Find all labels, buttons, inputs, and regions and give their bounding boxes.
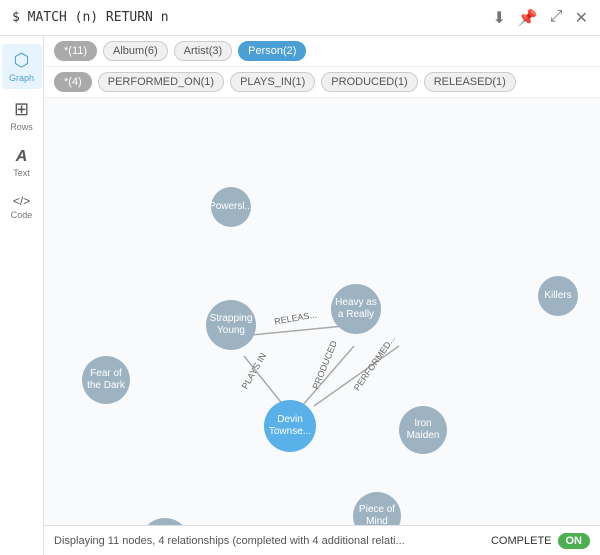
node-iron-maiden[interactable]: Iron Maiden [399,406,447,454]
status-bar: Displaying 11 nodes, 4 relationships (co… [44,525,600,555]
top-bar-icons: ⬇ 📌 ⤢ ✕ [492,8,588,28]
sidebar-item-text[interactable]: A Text [2,142,42,184]
filter-bar-rels: *(4) PERFORMED_ON(1) PLAYS_IN(1) PRODUCE… [44,67,600,98]
complete-badge: COMPLETE ON [491,533,590,549]
filter-bar-nodes: *(11) Album(6) Artist(3) Person(2) [44,36,600,67]
toggle-on[interactable]: ON [558,533,591,549]
sidebar-item-graph[interactable]: ⬡ Graph [2,44,42,89]
query-text: $ MATCH (n) RETURN n [12,10,169,25]
edge-label-released: RELEAS... [273,309,317,326]
filter-album[interactable]: Album(6) [103,41,168,61]
graph-area[interactable]: RELEAS... PLAYS IN PRODUCED PERFORMED...… [44,98,600,525]
graph-icon: ⬡ [14,50,30,71]
filter-produced[interactable]: PRODUCED(1) [321,72,417,92]
sidebar-label-code: Code [11,210,33,220]
graph-edges-svg [44,98,600,525]
filter-released[interactable]: RELEASED(1) [424,72,516,92]
node-somewhere[interactable]: Somewh... [140,518,190,525]
edge-label-plays-in: PLAYS IN [240,351,269,391]
filter-all-rels[interactable]: *(4) [54,72,92,92]
expand-icon[interactable]: ⤢ [550,8,563,28]
sidebar-item-rows[interactable]: ⊞ Rows [2,93,42,138]
text-icon: A [16,148,28,166]
sidebar-label-rows: Rows [10,122,33,132]
sidebar-label-text: Text [13,168,30,178]
content-area: *(11) Album(6) Artist(3) Person(2) *(4) … [44,36,600,555]
top-bar: $ MATCH (n) RETURN n ⬇ 📌 ⤢ ✕ [0,0,600,36]
pin-icon[interactable]: 📌 [518,8,538,28]
node-heavy[interactable]: Heavy as a Really [331,284,381,334]
sidebar-item-code[interactable]: </> Code [2,188,42,226]
filter-artist[interactable]: Artist(3) [174,41,233,61]
filter-person[interactable]: Person(2) [238,41,306,61]
node-piece-of-mind[interactable]: Piece of Mind [353,492,401,525]
rows-icon: ⊞ [14,99,29,120]
edge-label-produced: PRODUCED [310,339,339,391]
close-icon[interactable]: ✕ [575,8,588,28]
filter-plays-in[interactable]: PLAYS_IN(1) [230,72,315,92]
download-icon[interactable]: ⬇ [492,8,505,28]
node-powerslave[interactable]: Powersl... [211,187,251,227]
filter-all-nodes[interactable]: *(11) [54,41,97,61]
filter-performed-on[interactable]: PERFORMED_ON(1) [98,72,224,92]
sidebar-label-graph: Graph [9,73,34,83]
status-text: Displaying 11 nodes, 4 relationships (co… [54,535,405,547]
node-strapping[interactable]: Strapping Young [206,300,256,350]
node-devin[interactable]: Devin Townse... [264,400,316,452]
code-icon: </> [13,194,30,208]
node-fear[interactable]: Fear of the Dark [82,356,130,404]
complete-label: COMPLETE [491,535,552,547]
sidebar: ⬡ Graph ⊞ Rows A Text </> Code [0,36,44,555]
edge-label-performed: PERFORMED... [352,334,397,393]
node-killers[interactable]: Killers [538,276,578,316]
